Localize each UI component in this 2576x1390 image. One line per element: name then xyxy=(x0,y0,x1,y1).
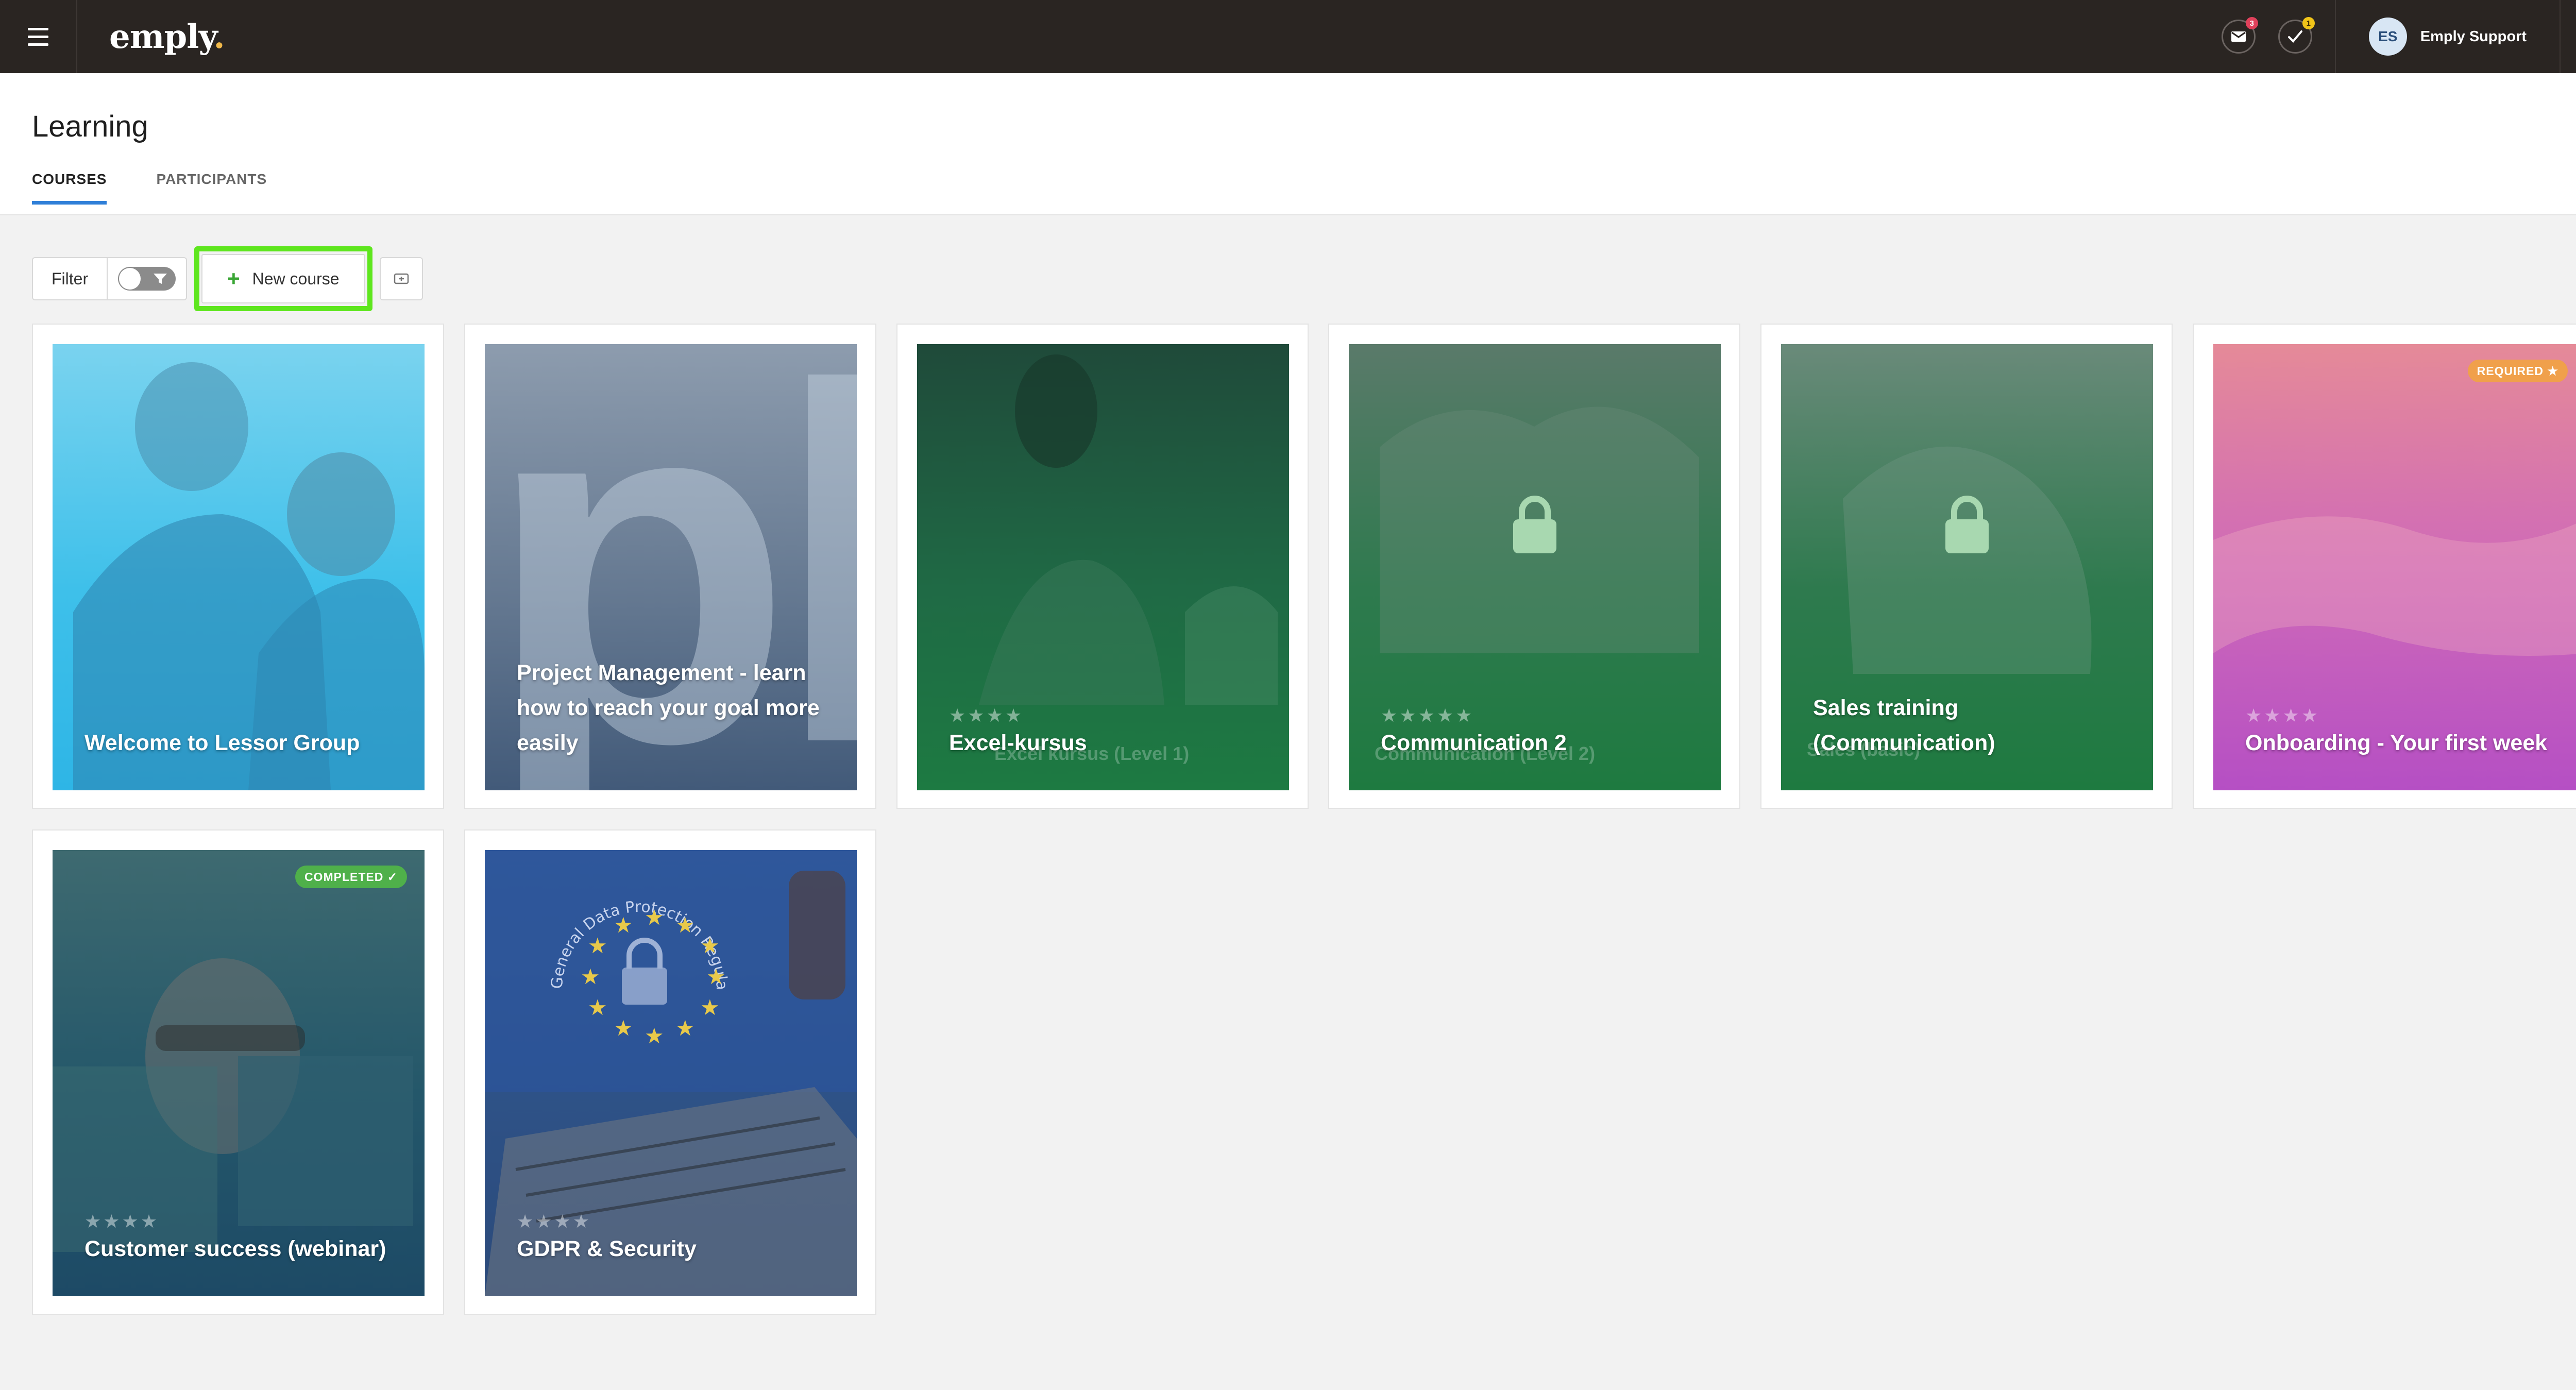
top-bar: emply. 3 1 ES Emply Support xyxy=(0,0,2576,73)
required-badge: REQUIRED ★ xyxy=(2467,360,2568,382)
course-card-customer-success[interactable]: COMPLETED ✓ ★★★★ Customer success (webin… xyxy=(32,829,444,1315)
messages-badge: 3 xyxy=(2245,17,2258,29)
course-title: Project Management - learn how to reach … xyxy=(517,660,820,755)
toolbar: Filter + New course xyxy=(32,246,423,311)
toggle-knob xyxy=(119,268,141,290)
course-image: General Data Protection Regulation (GDPR… xyxy=(485,850,857,1296)
new-course-label: New course xyxy=(252,269,340,288)
messages-button[interactable]: 3 xyxy=(2221,17,2258,54)
course-image: pl Project Management - learn how to rea… xyxy=(485,344,857,790)
logo-text: emply xyxy=(109,17,214,56)
plus-icon: + xyxy=(227,266,240,291)
course-title: Customer success (webinar) xyxy=(84,1236,386,1261)
svg-text:★: ★ xyxy=(706,964,726,989)
user-name: Emply Support xyxy=(2420,28,2527,45)
svg-text:★: ★ xyxy=(614,912,633,938)
import-icon xyxy=(394,273,409,284)
search-button[interactable] xyxy=(2561,0,2576,73)
course-card-sales-training[interactable]: Sales (basic) Sales training (Communicat… xyxy=(1760,324,2173,809)
course-title: Communication 2 xyxy=(1381,731,1567,755)
svg-text:★: ★ xyxy=(588,995,607,1020)
page-header: Learning COURSES PARTICIPANTS xyxy=(0,73,2576,215)
menu-button[interactable] xyxy=(0,0,77,73)
filter-label[interactable]: Filter xyxy=(33,258,108,299)
svg-text:★: ★ xyxy=(645,1023,664,1048)
logo-dot: . xyxy=(213,17,225,56)
course-card-welcome[interactable]: Welcome to Lessor Group xyxy=(32,324,444,809)
course-title: GDPR & Security xyxy=(517,1236,697,1261)
course-image: ★★★★ Excel kursus (Level 1) Excel-kursus xyxy=(917,344,1289,790)
svg-text:★: ★ xyxy=(645,905,664,930)
funnel-icon xyxy=(154,274,167,284)
course-rating: ★★★★★ xyxy=(1381,705,1475,726)
svg-text:★: ★ xyxy=(700,933,720,958)
top-right-actions: 3 1 ES Emply Support xyxy=(2221,0,2576,73)
course-rating: ★★★★ xyxy=(2245,705,2320,726)
tab-courses[interactable]: COURSES xyxy=(32,171,107,205)
course-image: ★★★★★ Communication (Level 2) Communicat… xyxy=(1349,344,1721,790)
svg-text:★: ★ xyxy=(614,1015,633,1041)
course-rating: ★★★★ xyxy=(84,1211,160,1232)
filter-toggle[interactable] xyxy=(118,267,176,291)
svg-text:★: ★ xyxy=(675,912,695,938)
course-image: REQUIRED ★ ★★★★ Onboarding - Your first … xyxy=(2213,344,2576,790)
tab-participants[interactable]: PARTICIPANTS xyxy=(156,171,267,205)
tasks-badge: 1 xyxy=(2302,17,2315,29)
avatar: ES xyxy=(2368,18,2407,56)
tabs: COURSES PARTICIPANTS xyxy=(32,171,316,205)
page-title: Learning xyxy=(32,110,148,143)
completed-badge: COMPLETED ✓ xyxy=(295,866,407,888)
svg-text:★: ★ xyxy=(581,964,600,989)
import-button[interactable] xyxy=(379,257,423,300)
course-card-gdpr[interactable]: General Data Protection Regulation (GDPR… xyxy=(464,829,876,1315)
new-course-button[interactable]: + New course xyxy=(201,254,365,303)
lock-icon xyxy=(1513,496,1556,553)
tasks-button[interactable]: 1 xyxy=(2278,17,2315,54)
course-rating: ★★★★ xyxy=(517,1211,592,1232)
course-image: Sales (basic) Sales training (Communicat… xyxy=(1781,344,2153,790)
svg-text:★: ★ xyxy=(588,933,607,958)
lock-icon xyxy=(1945,496,1989,553)
new-course-highlight: + New course xyxy=(194,246,372,311)
course-title: Sales training (Communication) xyxy=(1813,696,1995,755)
hamburger-icon xyxy=(28,25,48,48)
course-image: Welcome to Lessor Group xyxy=(53,344,425,790)
course-title: Onboarding - Your first week xyxy=(2245,731,2548,755)
filter-control: Filter xyxy=(32,257,188,300)
logo[interactable]: emply. xyxy=(109,18,225,56)
svg-text:★: ★ xyxy=(675,1015,695,1041)
course-card-project-management[interactable]: pl Project Management - learn how to rea… xyxy=(464,324,876,809)
mail-icon xyxy=(2231,31,2246,42)
course-card-excel[interactable]: ★★★★ Excel kursus (Level 1) Excel-kursus xyxy=(896,324,1309,809)
course-card-communication-2[interactable]: ★★★★★ Communication (Level 2) Communicat… xyxy=(1328,324,1740,809)
user-menu[interactable]: ES Emply Support xyxy=(2336,18,2560,56)
course-image: COMPLETED ✓ ★★★★ Customer success (webin… xyxy=(53,850,425,1296)
course-title: Excel-kursus xyxy=(949,731,1087,755)
course-rating: ★★★★ xyxy=(949,705,1024,726)
course-card-onboarding[interactable]: REQUIRED ★ ★★★★ Onboarding - Your first … xyxy=(2193,324,2576,809)
check-icon xyxy=(2287,30,2302,43)
svg-text:★: ★ xyxy=(700,995,720,1020)
course-title: Welcome to Lessor Group xyxy=(84,731,360,755)
